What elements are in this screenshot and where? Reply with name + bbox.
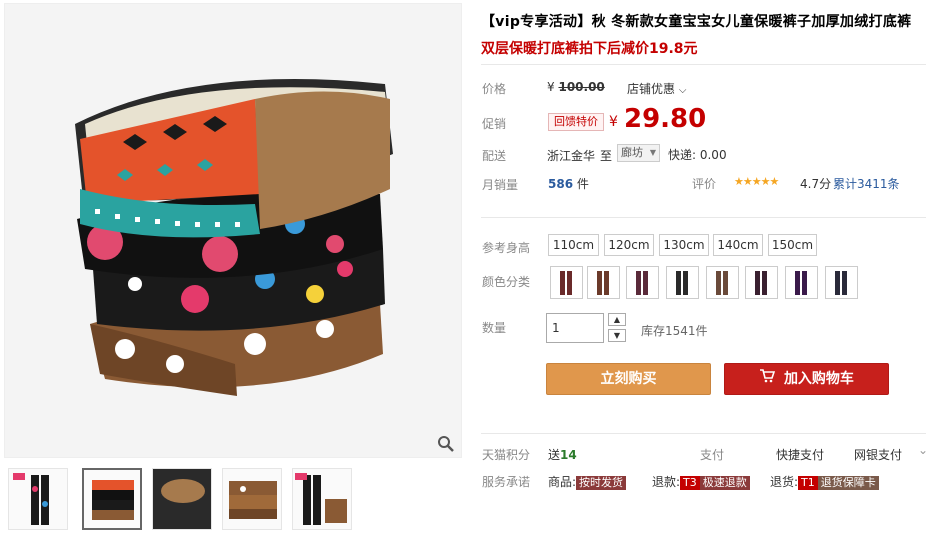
ship-to-select[interactable]: 廊坊 ▼ — [617, 144, 660, 162]
divider — [481, 433, 926, 434]
goods-prefix: 商品: — [548, 475, 577, 489]
tmall-points-label: 天猫积分 — [482, 448, 531, 462]
service-refund: 退款: T3 极速退款 — [652, 473, 750, 490]
color-swatch-5[interactable] — [706, 266, 739, 299]
thumbnail-1[interactable] — [8, 468, 68, 530]
promo-badge: 回馈特价 — [548, 113, 604, 131]
ship-from: 浙江金华 — [547, 149, 596, 163]
original-price-currency: ¥ — [547, 80, 555, 94]
color-swatch-1[interactable] — [550, 266, 583, 299]
thumbnail-3[interactable] — [152, 468, 212, 530]
return-prefix: 退货: — [770, 475, 799, 489]
original-price: ¥ 100.00 — [547, 80, 605, 94]
quantity-input[interactable]: 1 — [546, 313, 604, 343]
original-price-value: 100.00 — [558, 80, 605, 94]
shipping-fee: 快递: 0.00 — [668, 148, 727, 162]
tmall-points: 送14 — [548, 446, 577, 463]
product-subtitle: 双层保暖打底裤拍下后减价19.8元 — [481, 41, 698, 57]
sales-count: 586 件 — [548, 175, 589, 192]
sales-count-value: 586 — [548, 177, 574, 191]
shipping-label: 配送 — [482, 149, 507, 163]
ship-to-value: 廊坊 — [621, 146, 643, 159]
promo-currency: ¥ — [609, 114, 618, 130]
thumbnail-2[interactable] — [82, 468, 142, 530]
quantity-increase-button[interactable]: ▲ — [608, 313, 626, 326]
magnifier-icon[interactable] — [437, 435, 455, 453]
thumbnail-4[interactable] — [222, 468, 282, 530]
shop-discount-dropdown[interactable]: 店铺优惠 ⌵ — [627, 80, 686, 97]
divider — [481, 217, 926, 218]
bank-pay-link[interactable]: 网银支付 — [854, 446, 902, 463]
rating-score: 4.7分 — [800, 177, 832, 191]
add-to-cart-button[interactable]: 加入购物车 — [724, 363, 889, 395]
sales-count-unit: 件 — [576, 177, 589, 191]
stock-count: 库存1541件 — [641, 324, 708, 338]
size-option-110[interactable]: 110cm — [548, 234, 599, 256]
review-count-link[interactable]: 累计3411条 — [833, 175, 900, 192]
dropdown-arrow-icon: ▼ — [649, 148, 656, 157]
size-option-150[interactable]: 150cm — [768, 234, 817, 256]
divider — [481, 64, 926, 65]
promo-label: 促销 — [482, 117, 507, 131]
buy-now-button[interactable]: 立刻购买 — [546, 363, 711, 395]
color-swatch-6[interactable] — [745, 266, 778, 299]
main-product-image[interactable] — [4, 3, 462, 458]
refund-code-badge: T3 — [680, 476, 700, 490]
quantity-decrease-button[interactable]: ▼ — [608, 329, 626, 342]
fast-refund-badge[interactable]: 极速退款 — [699, 476, 750, 490]
thumbnail-5[interactable] — [292, 468, 352, 530]
size-label: 参考身高 — [482, 241, 531, 255]
chevron-down-icon: ⌵ — [678, 85, 687, 96]
more-payment-chevron-icon[interactable]: ⌄ — [918, 443, 928, 457]
color-swatch-8[interactable] — [825, 266, 858, 299]
service-return: 退货: T1 退货保障卡 — [770, 473, 879, 490]
color-swatch-2[interactable] — [587, 266, 620, 299]
sales-label: 月销量 — [482, 178, 519, 192]
on-time-ship-badge[interactable]: 按时发货 — [576, 476, 627, 490]
points-prefix: 送 — [548, 448, 561, 462]
size-option-140[interactable]: 140cm — [713, 234, 763, 256]
folded-leggings-photo — [75, 79, 393, 396]
size-option-120[interactable]: 120cm — [604, 234, 654, 256]
product-title: 【vip专享活动】秋 冬新款女童宝宝女儿童保暖裤子加厚加绒打底裤 — [481, 14, 912, 30]
promo-price: 29.80 — [624, 104, 707, 134]
pay-label: 支付 — [700, 448, 725, 462]
service-label: 服务承诺 — [482, 475, 531, 489]
shop-discount-label: 店铺优惠 — [627, 82, 676, 96]
points-value: 14 — [560, 448, 577, 462]
refund-prefix: 退款: — [652, 475, 681, 489]
rating-label: 评价 — [692, 177, 717, 191]
quantity-label: 数量 — [482, 321, 507, 335]
return-guarantee-badge[interactable]: 退货保障卡 — [817, 476, 879, 490]
quick-pay-link[interactable]: 快捷支付 — [776, 446, 824, 463]
rating-stars: ★★★★★ — [734, 175, 779, 188]
color-swatch-3[interactable] — [626, 266, 659, 299]
ship-to-word: 至 — [600, 149, 613, 163]
color-swatch-7[interactable] — [785, 266, 818, 299]
color-swatch-4[interactable] — [666, 266, 699, 299]
cart-icon — [759, 364, 776, 394]
thumbnail-strip — [8, 468, 463, 534]
service-goods: 商品: 按时发货 — [548, 473, 627, 490]
color-label: 颜色分类 — [482, 275, 531, 289]
size-option-130[interactable]: 130cm — [659, 234, 709, 256]
add-to-cart-label: 加入购物车 — [783, 371, 854, 387]
return-code-badge: T1 — [798, 476, 818, 490]
price-label: 价格 — [482, 82, 507, 96]
